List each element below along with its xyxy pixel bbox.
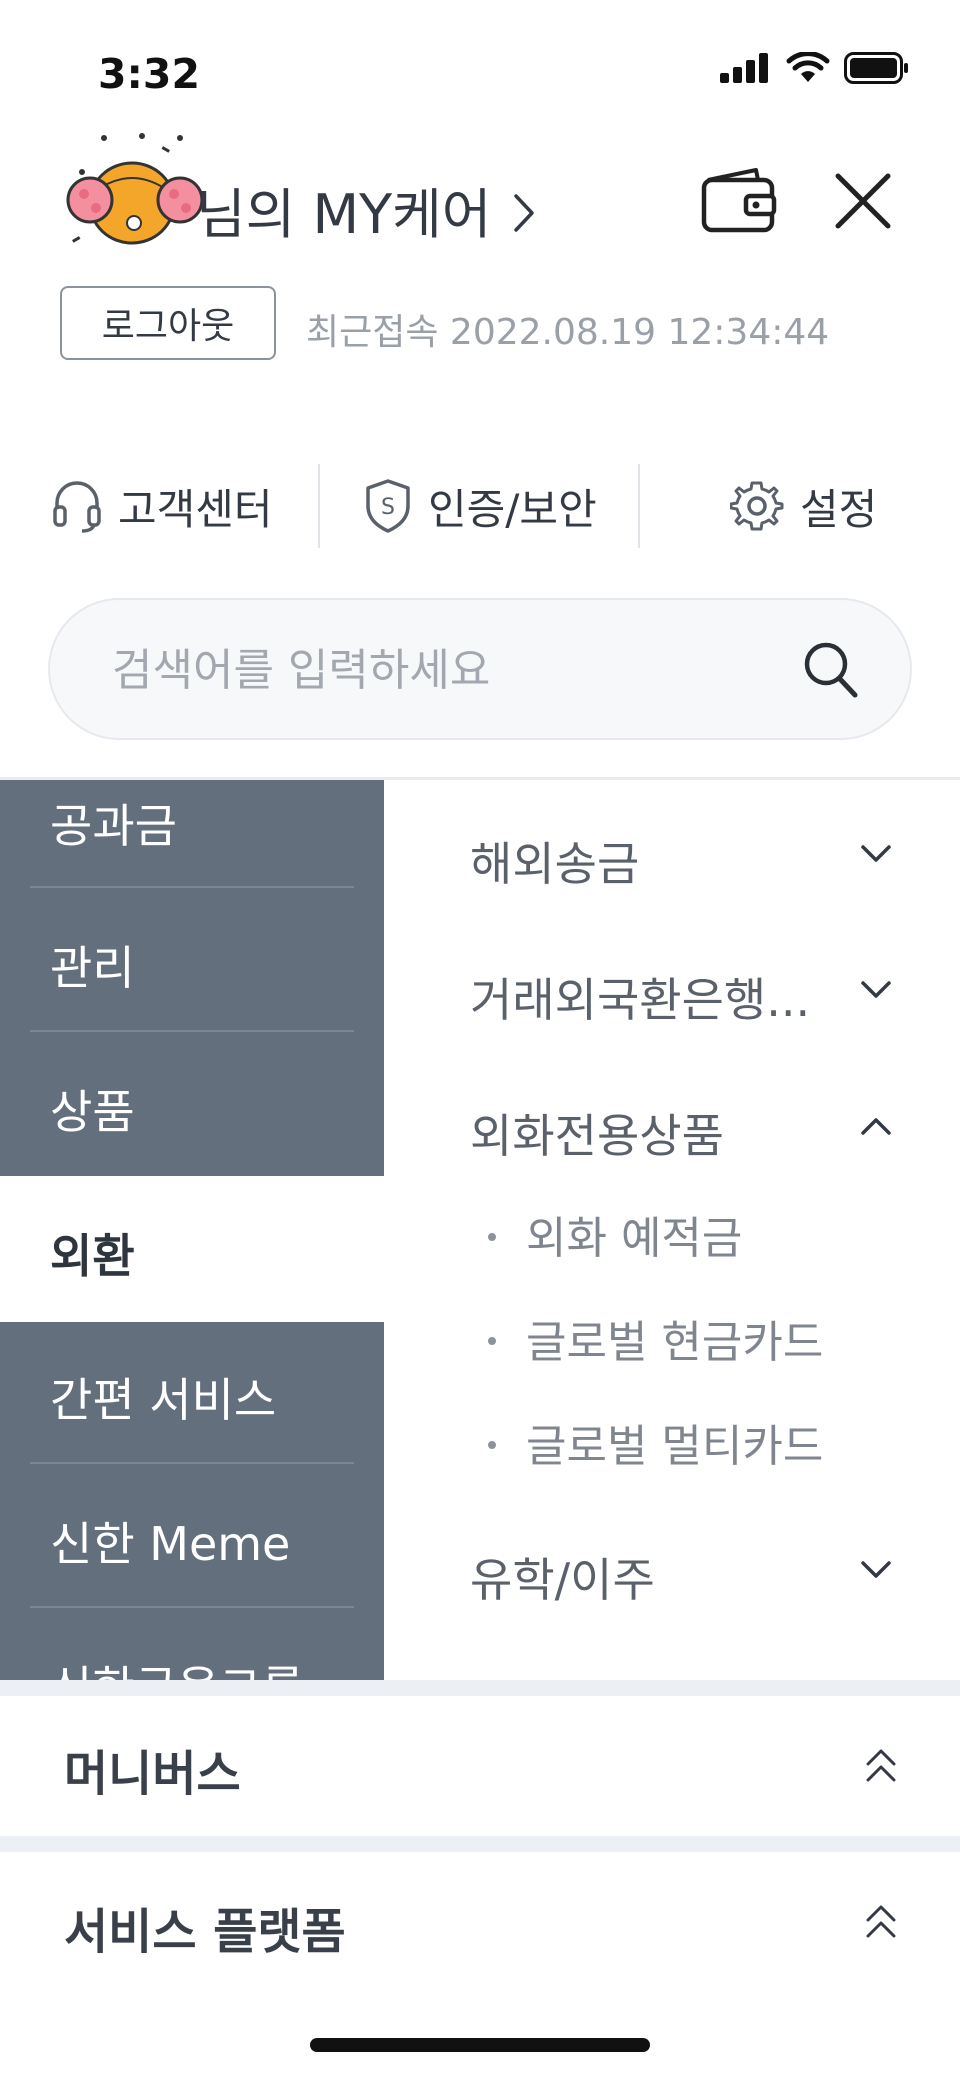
category-item-products[interactable]: 상품 — [0, 1076, 384, 1139]
close-button[interactable] — [834, 172, 892, 230]
search-bar[interactable] — [48, 598, 912, 740]
gear-icon — [730, 481, 784, 531]
home-indicator[interactable] — [310, 2038, 650, 2052]
status-icons — [720, 52, 910, 84]
character-avatar-icon — [66, 133, 204, 245]
category-label-active: 외환 — [50, 1229, 135, 1283]
logout-button[interactable]: 로그아웃 — [60, 286, 276, 360]
title-text: 님의 MY케어 — [196, 183, 492, 246]
auth-security-link[interactable]: S 인증/보안 — [364, 466, 597, 546]
category-label: 신한금융그룹 — [50, 1652, 304, 1680]
category-item-foreign-exchange[interactable]: 외환 — [0, 1220, 384, 1283]
section-label: 서비스 플랫폼 — [64, 1904, 346, 1960]
quick-divider — [318, 464, 320, 548]
section-divider — [0, 1680, 960, 1696]
double-chevron-up-icon — [866, 1749, 896, 1782]
search-input[interactable] — [110, 600, 794, 740]
shield-icon: S — [366, 479, 410, 533]
close-icon — [835, 173, 891, 229]
category-item-management[interactable]: 관리 — [0, 932, 384, 995]
category-label: 간편 서비스 — [50, 1373, 277, 1427]
category-item-utility-bill[interactable]: 공과금 — [0, 790, 384, 853]
bullet-dot — [488, 1337, 496, 1345]
bullet-dot — [488, 1441, 496, 1449]
quick-link-label: 인증/보안 — [428, 484, 597, 534]
bullet-dot — [488, 1233, 496, 1241]
headset-icon — [53, 481, 101, 533]
sub-item-fx-deposit[interactable]: 외화 예적금 — [488, 1202, 742, 1266]
category-clip: 신한금융그룹 — [0, 1630, 384, 1680]
menu-label: 해외송금 — [470, 837, 640, 891]
category-item-shinhan-meme[interactable]: 신한 Meme — [0, 1508, 384, 1571]
category-label: 신한 Meme — [50, 1517, 291, 1571]
section-service-platform[interactable]: 서비스 플랫폼 — [0, 1852, 960, 1992]
cellular-signal-icon — [720, 53, 768, 83]
category-label: 상품 — [50, 1085, 135, 1139]
chevron-down-icon — [861, 1561, 891, 1578]
menu-label: 유학/이주 — [470, 1553, 655, 1607]
sub-item-global-cash-card[interactable]: 글로벌 현금카드 — [488, 1306, 823, 1370]
double-chevron-up-icon — [866, 1905, 896, 1938]
section-label: 머니버스 — [64, 1746, 241, 1802]
search-icon[interactable] — [802, 640, 860, 700]
quick-link-label: 설정 — [800, 484, 878, 534]
quick-link-label: 고객센터 — [118, 484, 273, 534]
last-login-time: 최근접속 2022.08.19 12:34:44 — [306, 312, 830, 353]
category-separator — [30, 1606, 354, 1608]
menu-label: 외화전용상품 — [470, 1109, 724, 1163]
section-divider — [0, 1836, 960, 1852]
chevron-down-icon — [861, 845, 891, 862]
customer-center-link[interactable]: 고객센터 — [52, 466, 273, 546]
category-separator — [30, 1462, 354, 1464]
category-separator — [30, 886, 354, 888]
chevron-right-icon — [514, 194, 535, 232]
battery-icon — [844, 52, 908, 84]
category-label: 공과금 — [50, 799, 177, 853]
sub-item-label: 글로벌 멀티카드 — [526, 1421, 824, 1472]
wallet-icon — [701, 168, 777, 233]
svg-text:S: S — [381, 495, 395, 520]
quick-divider — [638, 464, 640, 548]
category-separator — [30, 1030, 354, 1032]
status-time: 3:32 — [98, 50, 200, 98]
menu-item-fx-bank[interactable]: 거래외국환은행... — [470, 964, 910, 1028]
sub-item-label: 글로벌 현금카드 — [526, 1317, 824, 1368]
category-item-easy-service[interactable]: 간편 서비스 — [0, 1364, 384, 1427]
section-moneyverse[interactable]: 머니버스 — [0, 1696, 960, 1836]
sub-item-label: 외화 예적금 — [526, 1213, 743, 1264]
avatar[interactable] — [62, 128, 212, 258]
settings-link[interactable]: 설정 — [730, 466, 877, 546]
sub-item-global-multi-card[interactable]: 글로벌 멀티카드 — [488, 1410, 823, 1474]
chevron-down-icon — [861, 981, 891, 998]
category-item-shinhan-group[interactable]: 신한금융그룹 — [0, 1652, 384, 1680]
menu-item-study-abroad[interactable]: 유학/이주 — [470, 1544, 910, 1608]
category-label: 관리 — [50, 941, 135, 995]
menu-label: 거래외국환은행... — [470, 973, 811, 1027]
my-care-title[interactable]: 님의 MY케어 — [196, 170, 535, 249]
menu-item-fx-products[interactable]: 외화전용상품 — [470, 1100, 910, 1164]
wallet-button[interactable] — [700, 166, 778, 234]
wifi-icon — [786, 52, 830, 82]
menu-item-overseas-remittance[interactable]: 해외송금 — [470, 828, 910, 892]
chevron-up-icon — [861, 1118, 891, 1135]
